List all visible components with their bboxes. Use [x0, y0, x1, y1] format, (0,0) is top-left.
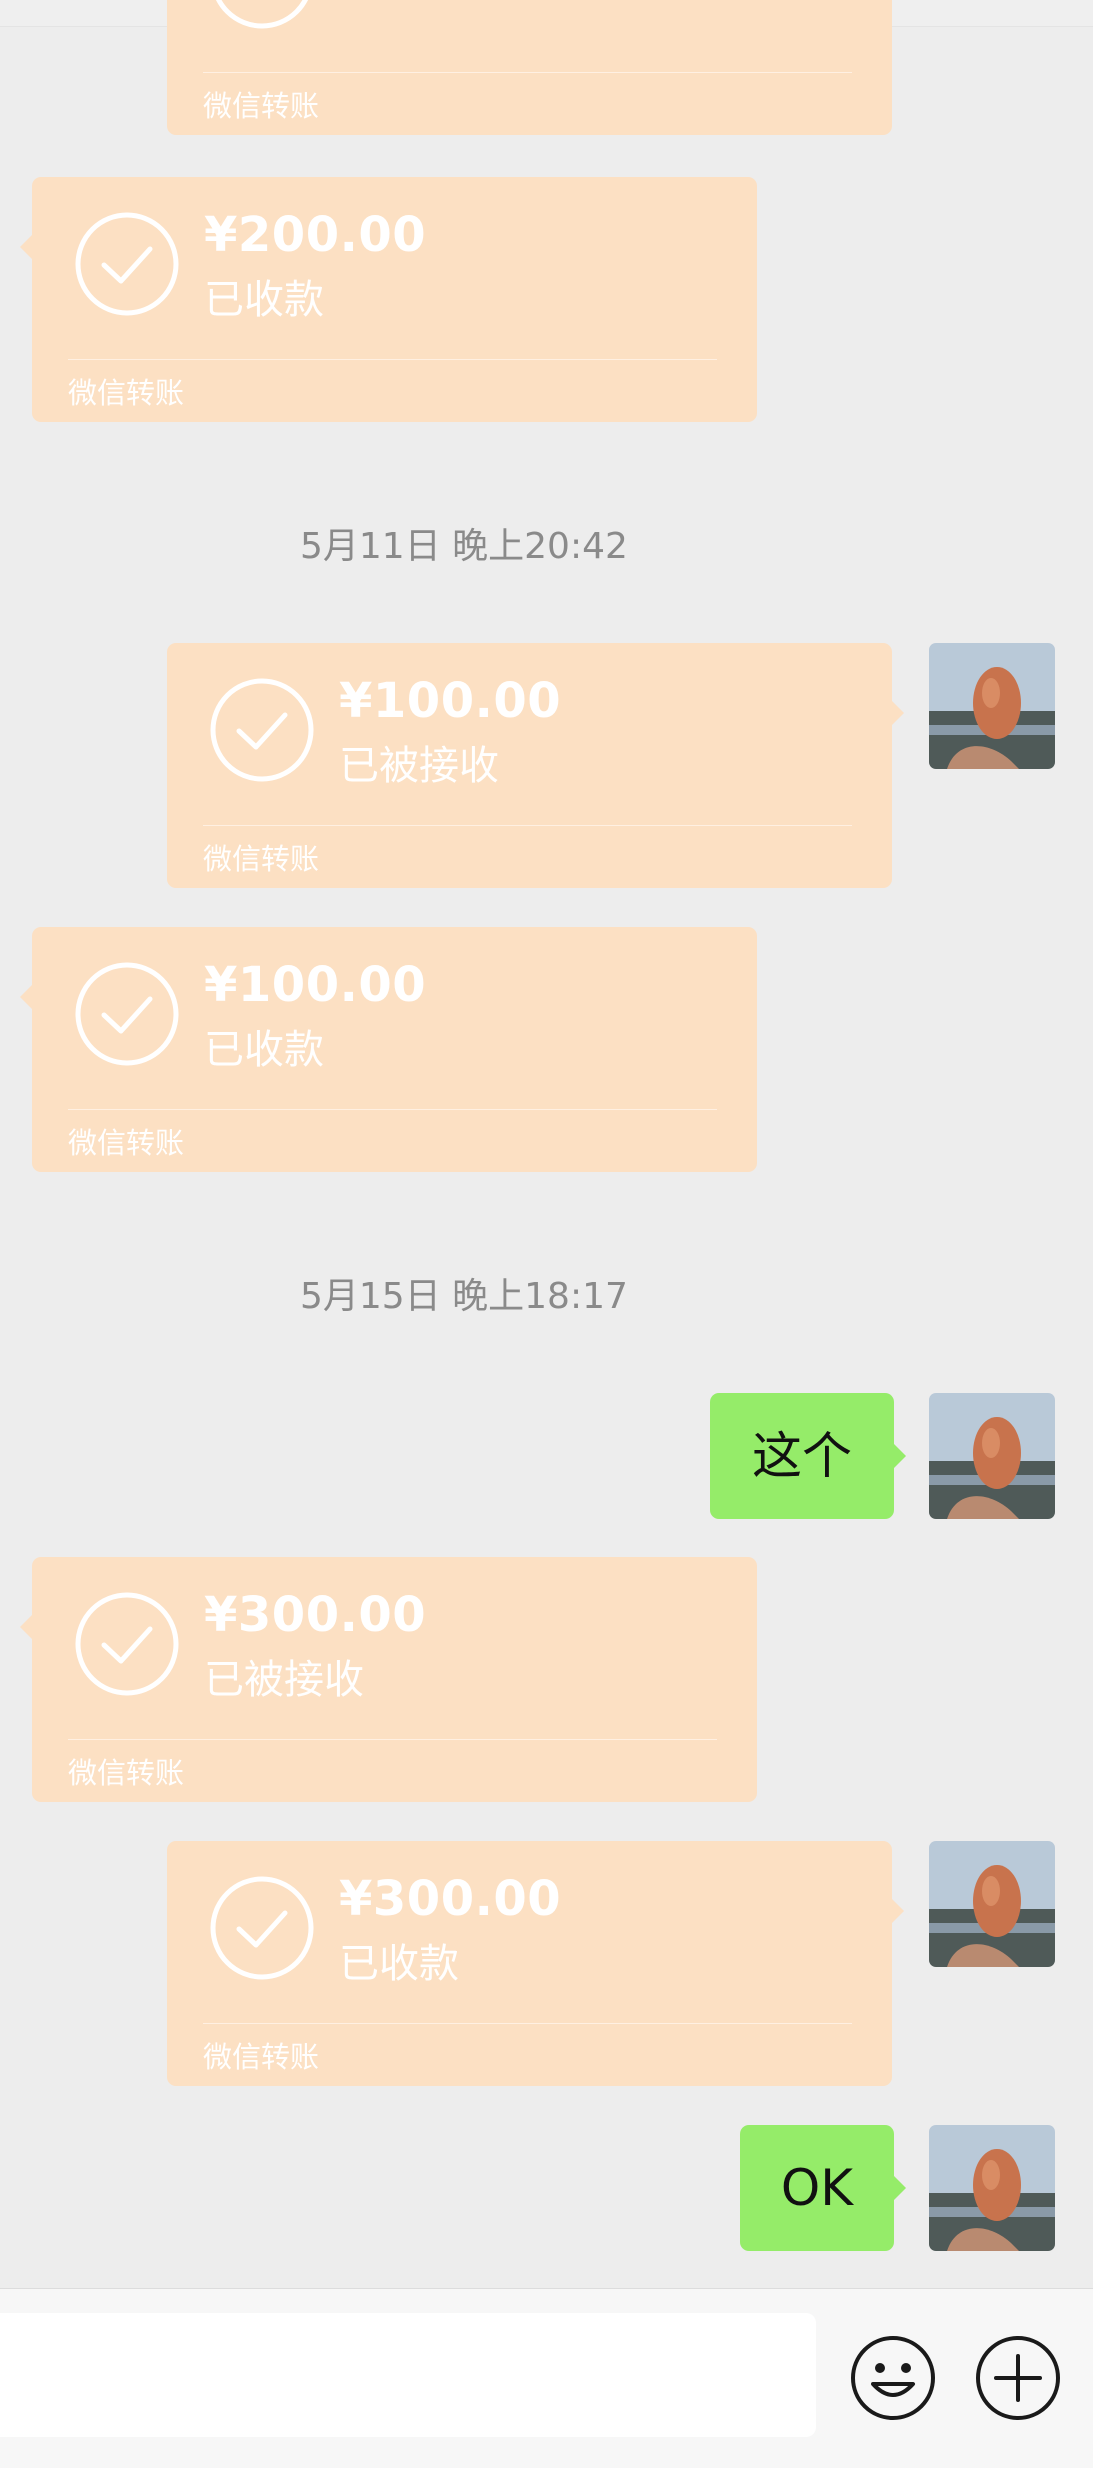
transfer-status: 已收款: [339, 1941, 459, 1987]
transfer-amount: ¥100.00: [204, 957, 427, 1013]
sent-text-message[interactable]: OK: [740, 2125, 906, 2251]
transfer-message-received[interactable]: ¥300.00 已被接收 微信转账: [20, 1557, 757, 1802]
transfer-status: 已被接收: [339, 743, 499, 789]
message-timestamp: 5月11日 晚上20:42: [300, 526, 628, 567]
transfer-status: 已收款: [204, 277, 324, 323]
transfer-label: 微信转账: [203, 842, 320, 876]
check-circle-icon: [75, 212, 179, 316]
transfer-label: 微信转账: [203, 2040, 320, 2074]
smile-face-icon[interactable]: [849, 2334, 937, 2422]
transfer-message-sent[interactable]: ¥100.00 已被接收 微信转账: [167, 643, 904, 888]
transfer-divider: [68, 1109, 717, 1110]
transfer-amount: ¥200.00: [204, 207, 427, 263]
transfer-divider: [203, 72, 852, 73]
transfer-status: 已收款: [204, 1027, 324, 1073]
transfer-message-received[interactable]: ¥200.00 已收款 微信转账: [20, 177, 757, 422]
transfer-label: 微信转账: [68, 1126, 185, 1160]
transfer-amount: ¥300.00: [204, 1587, 427, 1643]
check-circle-icon: [75, 962, 179, 1066]
transfer-label: 微信转账: [68, 376, 185, 410]
sent-text-message[interactable]: 这个: [710, 1393, 906, 1519]
transfer-divider: [203, 2023, 852, 2024]
transfer-label: 微信转账: [203, 89, 320, 123]
transfer-divider: [68, 359, 717, 360]
transfer-amount: ¥100.00: [339, 673, 562, 729]
transfer-amount: ¥300.00: [339, 1871, 562, 1927]
user-avatar[interactable]: [929, 643, 1055, 769]
check-circle-icon: [75, 1592, 179, 1696]
user-avatar[interactable]: [929, 2125, 1055, 2251]
user-avatar[interactable]: [929, 1393, 1055, 1519]
transfer-label: 微信转账: [68, 1756, 185, 1790]
transfer-message-sent[interactable]: 微信转账: [167, 0, 892, 135]
transfer-divider: [68, 1739, 717, 1740]
transfer-message-sent[interactable]: ¥300.00 已收款 微信转账: [167, 1841, 904, 2086]
transfer-status: 已被接收: [204, 1657, 364, 1703]
transfer-message-received[interactable]: ¥100.00 已收款 微信转账: [20, 927, 757, 1172]
input-bar: [0, 2288, 1093, 2468]
message-input[interactable]: [0, 2313, 816, 2437]
check-circle-icon: [210, 678, 314, 782]
user-avatar[interactable]: [929, 1841, 1055, 1967]
transfer-divider: [203, 825, 852, 826]
check-circle-icon: [215, 0, 309, 29]
message-timestamp: 5月15日 晚上18:17: [300, 1276, 628, 1317]
plus-circle-icon[interactable]: [974, 2334, 1062, 2422]
check-circle-icon: [210, 1876, 314, 1980]
